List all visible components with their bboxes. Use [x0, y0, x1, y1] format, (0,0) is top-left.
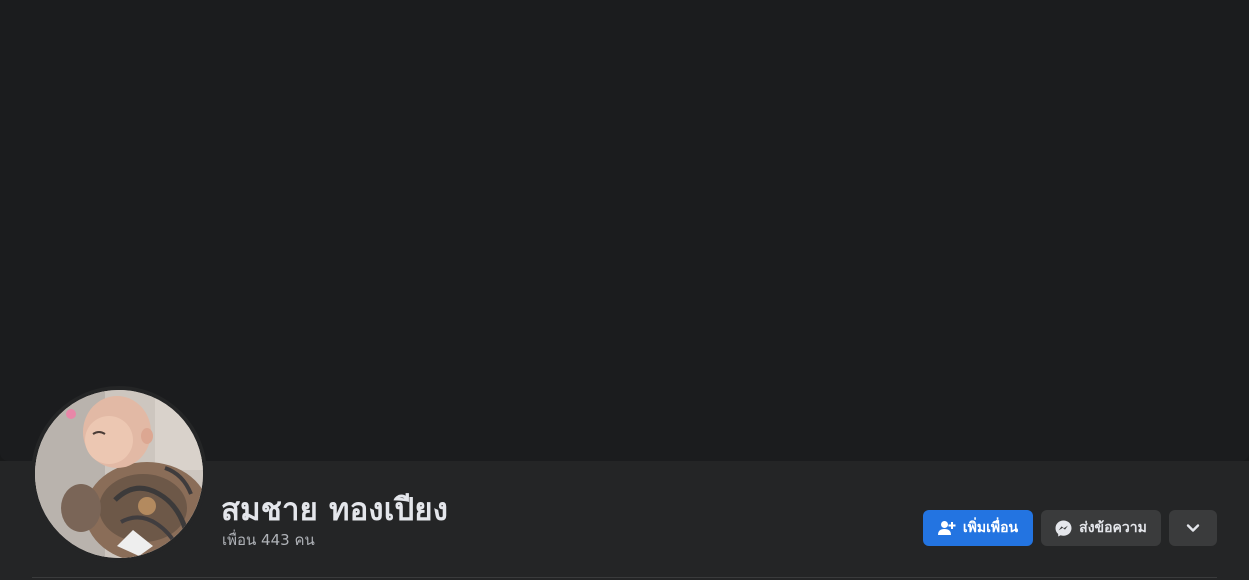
- avatar-image: [35, 390, 203, 558]
- friends-count[interactable]: เพื่อน 443 คน: [222, 528, 315, 552]
- person-plus-icon: [937, 520, 956, 536]
- more-options-button[interactable]: [1169, 510, 1217, 546]
- profile-page: สมชาย ทองเปียง เพื่อน 443 คน เพิ่มเพื่อน…: [0, 0, 1249, 580]
- profile-avatar[interactable]: [35, 390, 203, 558]
- profile-name: สมชาย ทองเปียง: [221, 492, 449, 528]
- add-friend-label: เพิ่มเพื่อน: [962, 520, 1019, 536]
- header-divider: [32, 577, 1217, 578]
- chevron-down-icon: [1186, 523, 1200, 533]
- add-friend-button[interactable]: เพิ่มเพื่อน: [923, 510, 1033, 546]
- send-message-button[interactable]: ส่งข้อความ: [1041, 510, 1161, 546]
- messenger-icon: [1055, 520, 1072, 537]
- send-message-label: ส่งข้อความ: [1079, 520, 1147, 536]
- cover-photo[interactable]: [0, 0, 1249, 461]
